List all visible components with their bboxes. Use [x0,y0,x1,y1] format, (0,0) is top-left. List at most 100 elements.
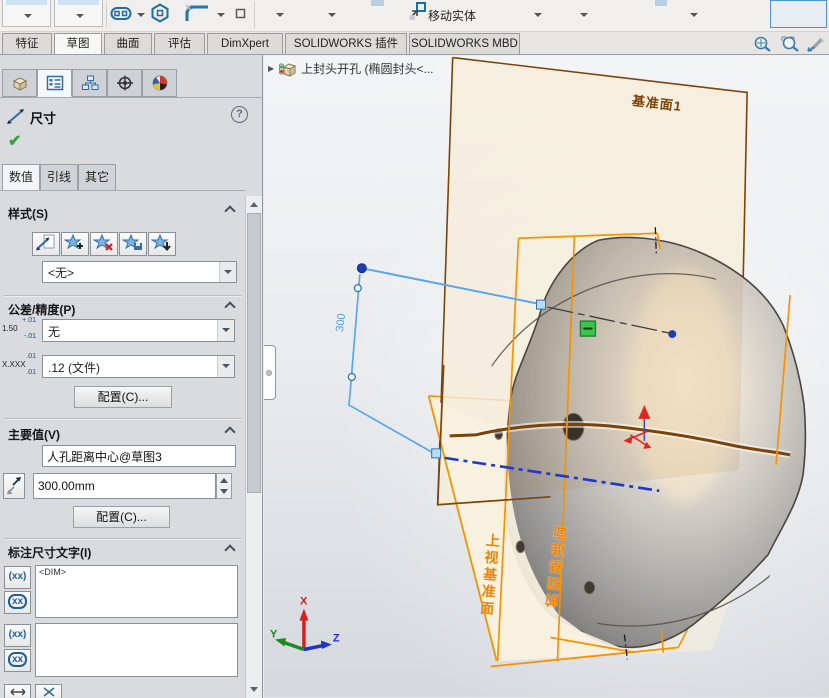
panel-splitter-handle[interactable] [264,345,276,400]
splitter-grip-icon [266,370,272,376]
fillet-tool-icon[interactable] [184,2,212,24]
style-dropdown[interactable]: <无> [42,261,237,283]
toolbar-flyout-button-2[interactable] [54,0,103,27]
toolbar-highlighted-button[interactable] [770,0,827,28]
collapse-chevron-icon[interactable] [224,205,235,216]
precision-dropdown[interactable]: .12 (文件) [42,355,235,378]
dimension-text-area-secondary[interactable] [35,623,238,677]
sketch-handle[interactable] [537,300,546,309]
breadcrumb-text[interactable]: 上封头开孔 (椭圆封头<... [301,60,433,77]
primary-value-section-header[interactable]: 主要值(V) [8,426,60,443]
dropdown-button[interactable] [217,356,234,377]
scrollbar-thumb[interactable] [247,213,261,493]
breadcrumb[interactable]: ▶ 上封头开孔 (椭圆封头<... [268,60,434,77]
zoom-fit-icon[interactable] [752,35,774,53]
z-axis-label: Z [333,633,340,645]
slot-tool-icon[interactable] [110,6,132,21]
tab-evaluate[interactable]: 评估 [154,33,205,54]
spin-down-icon[interactable] [220,489,228,494]
solidworks-window: 移动实体 特征 草图 曲面 评估 DimXpert SOLIDWORKS 插件 … [0,0,829,698]
dimension-name-input[interactable] [42,445,236,467]
sketch-endpoint[interactable] [668,330,676,338]
part-icon [279,61,296,77]
dim-text-paren-button-1[interactable]: (xx) [4,566,31,589]
pm-tab-configurations[interactable] [72,69,107,97]
dropdown-button[interactable] [219,262,236,282]
dimension-text-area-primary[interactable]: <DIM> [35,565,238,618]
rectangle-tool-icon[interactable] [235,8,246,19]
scroll-up-icon[interactable] [250,202,258,207]
pm-tab-dimxpert[interactable] [107,69,142,97]
tab-dimxpert[interactable]: DimXpert [207,33,283,54]
toolbar-flyout-button-1[interactable] [2,0,51,27]
tab-leaders[interactable]: 引线 [40,164,78,191]
dimension-icon [5,106,27,126]
toolbar-icon-fragment [6,0,47,5]
horizontal-relation-badge[interactable] [580,321,595,336]
collapse-chevron-icon[interactable] [224,426,235,437]
value-spinner[interactable] [216,473,232,499]
divider [0,190,246,191]
tab-sketch[interactable]: 草图 [54,33,102,54]
delete-style-button[interactable] [90,232,118,256]
link-values-button[interactable] [3,473,25,499]
load-style-button[interactable] [148,232,176,256]
style-section-header[interactable]: 样式(S) [8,205,48,222]
precision-icon: .01 X.XXX .01 [2,353,36,377]
property-list-icon [46,75,64,91]
primary-configurations-button[interactable]: 配置(C)... [73,506,170,528]
pm-tab-propertymanager[interactable] [37,69,72,97]
toolbar-dropdown-caret[interactable] [690,13,698,17]
graphics-viewport[interactable]: 300 [264,55,829,698]
dim-text-paren-button-2[interactable]: (xx) [4,624,31,647]
sketch-handle[interactable] [432,449,441,458]
ok-button[interactable]: ✔ [8,131,21,151]
zoom-area-icon[interactable] [780,35,802,53]
tolerance-type-dropdown[interactable]: 无 [42,319,235,342]
collapse-chevron-icon[interactable] [224,301,235,312]
slot-dropdown-caret[interactable] [137,13,145,17]
tab-other[interactable]: 其它 [78,164,116,191]
pm-tab-appearances[interactable] [142,69,177,97]
view-settings-icon[interactable] [806,35,828,53]
save-style-button[interactable] [119,232,147,256]
tab-sw-addins[interactable]: SOLIDWORKS 插件 [285,33,407,54]
divider [0,97,262,98]
dropdown-button[interactable] [217,320,234,341]
justify-button-partial-1[interactable] [4,684,31,698]
dimxpert-target-icon [116,75,134,91]
toolbar-icon-fragment [655,0,667,6]
toolbar-dropdown-caret[interactable] [580,13,588,17]
pm-tab-featuremanager[interactable] [2,69,37,97]
justify-button-partial-2[interactable] [35,684,62,698]
tab-sw-mbd[interactable]: SOLIDWORKS MBD [409,33,520,54]
arrows-x-icon [8,685,28,698]
spin-up-icon[interactable] [220,478,228,483]
add-style-button[interactable] [61,232,89,256]
polygon-tool-icon[interactable] [150,3,170,23]
scroll-down-icon[interactable] [250,687,258,692]
tab-value[interactable]: 数值 [2,164,40,191]
tolerance-configurations-button[interactable]: 配置(C)... [74,386,172,408]
toolbar-dropdown-caret[interactable] [328,13,336,17]
help-icon[interactable]: ? [231,106,248,123]
apply-default-style-button[interactable] [32,232,60,256]
expand-arrow-icon[interactable]: ▶ [268,64,274,73]
tolerance-section-header[interactable]: 公差/精度(P) [8,301,75,318]
dim-text-pill-button-1[interactable]: xx [4,591,31,614]
move-entities-label[interactable]: 移动实体 [428,7,476,24]
toolbar-dropdown-caret[interactable] [534,13,542,17]
collapse-chevron-icon[interactable] [224,544,235,555]
toolbar-dropdown-caret[interactable] [276,13,284,17]
dimension-text-section-header[interactable]: 标注尺寸文字(I) [8,544,91,561]
style-dropdown-value: <无> [48,264,74,281]
move-entities-icon[interactable] [408,2,426,21]
tab-features[interactable]: 特征 [2,33,52,54]
sketch-point[interactable] [357,264,366,273]
dimension-value-text[interactable]: 300 [334,313,348,333]
dim-text-pill-button-2[interactable]: xx [4,649,31,672]
dimension-value-input[interactable] [33,473,216,499]
tab-surfaces[interactable]: 曲面 [104,33,152,54]
panel-scrollbar[interactable] [245,196,262,698]
fillet-dropdown-caret[interactable] [217,13,225,17]
